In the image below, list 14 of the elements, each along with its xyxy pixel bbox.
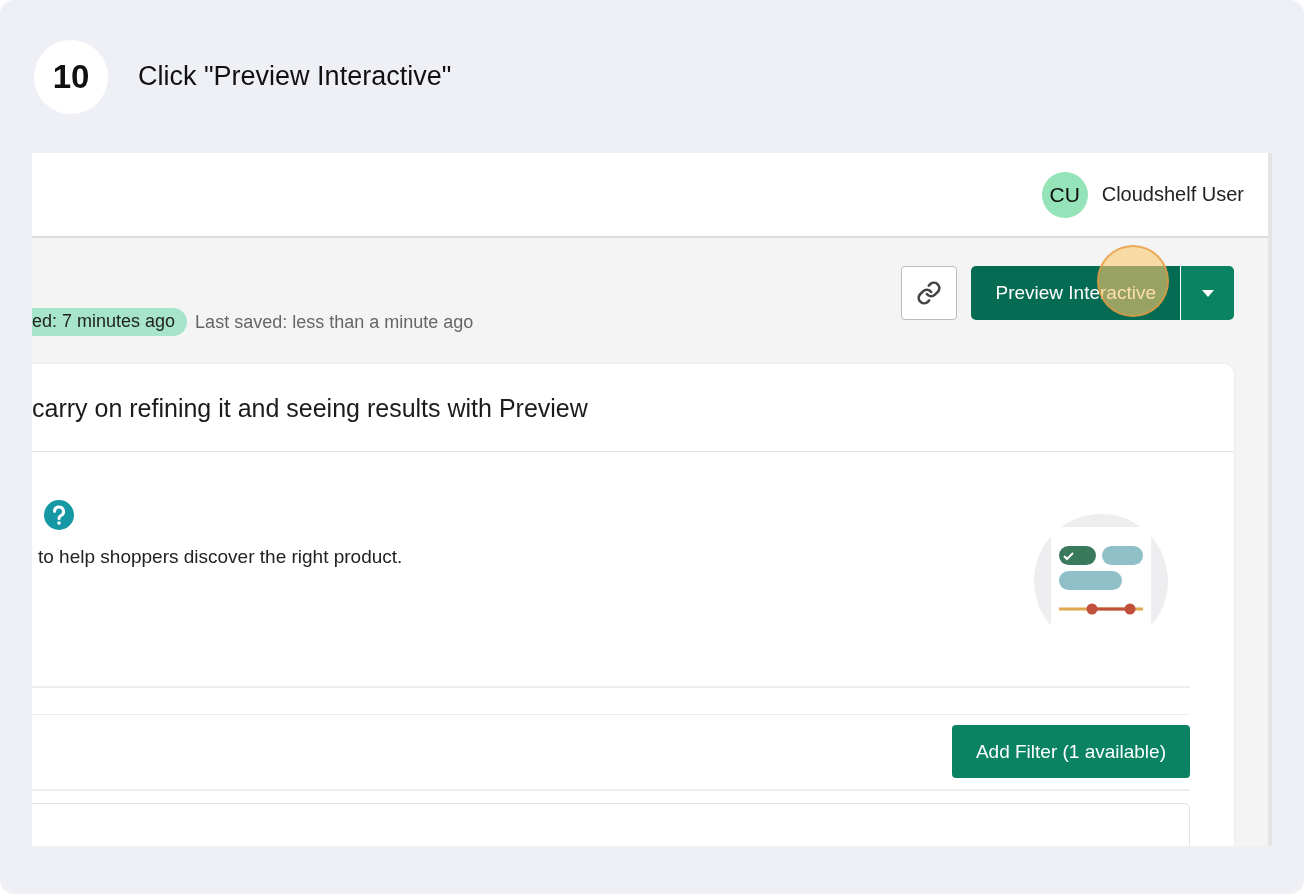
- step-number: 10: [34, 39, 108, 114]
- help-icon[interactable]: [44, 500, 74, 531]
- link-icon: [916, 280, 943, 306]
- copy-link-button[interactable]: [901, 266, 958, 320]
- dropdown-button[interactable]: [1180, 266, 1234, 320]
- user-name: Cloudshelf User: [1101, 183, 1244, 206]
- last-saved-text: Last saved: less than a minute ago: [195, 311, 474, 333]
- description-text: to help shoppers discover the right product.: [38, 546, 403, 569]
- published-badge: ed: 7 minutes ago: [32, 308, 188, 336]
- caret-icon: [1201, 289, 1214, 297]
- user-avatar[interactable]: CU: [1041, 171, 1088, 218]
- add-filter-button[interactable]: Add Filter (1 available): [951, 725, 1190, 779]
- step-instruction: Click "Preview Interactive": [138, 61, 452, 92]
- card-title: carry on refining it and seeing results with Preview: [32, 364, 1234, 453]
